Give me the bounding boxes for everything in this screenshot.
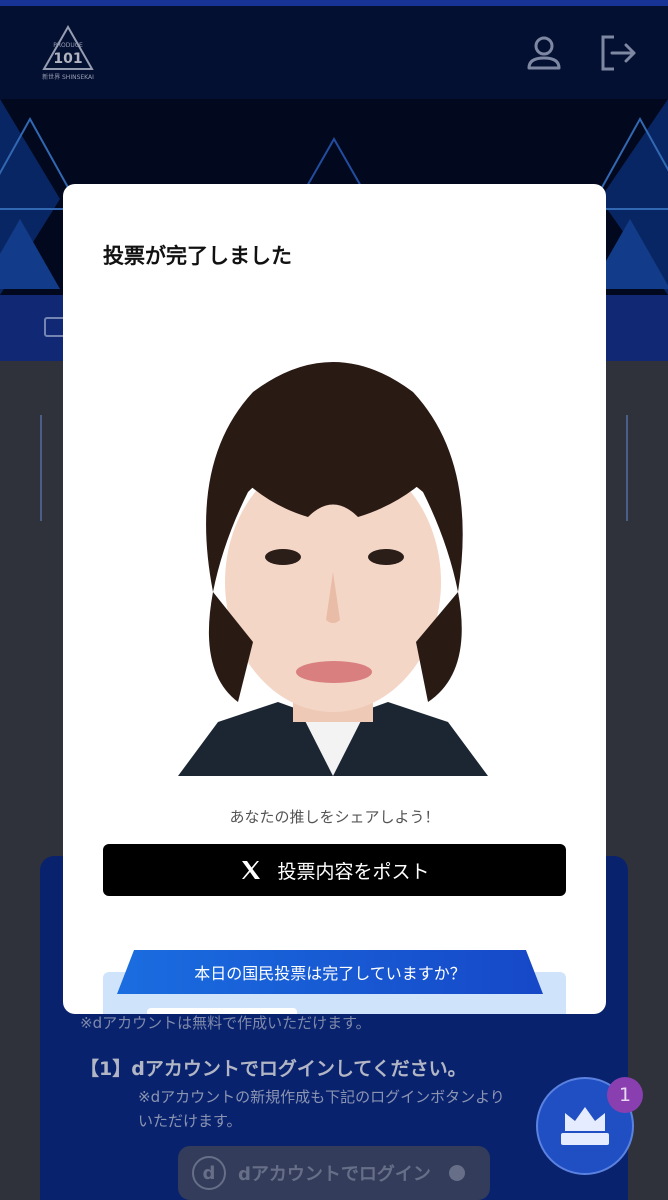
produce101-logo[interactable]: PRODUCE 101 新世界 SHINSEKAI — [40, 24, 96, 81]
login-step-note-line2: いただけます。 — [138, 1112, 242, 1130]
svg-text:101: 101 — [53, 51, 82, 67]
trainee-photo — [158, 342, 508, 776]
x-logo-icon — [239, 858, 263, 882]
free-account-note: ※dアカウントは無料で作成いただけます。 — [80, 1014, 371, 1032]
modal-title: 投票が完了しました — [103, 244, 292, 268]
login-step-note-line1: ※dアカウントの新規作成も下記のログインボタンより — [138, 1088, 505, 1106]
profile-icon — [527, 36, 561, 69]
login-step-heading: 【1】dアカウントでログインしてください。 — [80, 1058, 467, 1080]
daily-vote-box-inner — [147, 1008, 297, 1014]
crown-icon — [561, 1107, 609, 1145]
svg-text:PRODUCE: PRODUCE — [53, 42, 83, 49]
app-header: PRODUCE 101 新世界 SHINSEKAI — [0, 6, 668, 99]
vote-complete-modal: 投票が完了しました あなたの推しをシェアしよう！ 投票内容をポスト 本日の国民投… — [63, 184, 606, 1014]
logout-button[interactable] — [596, 31, 640, 75]
profile-button[interactable] — [522, 31, 566, 75]
divider-right — [626, 415, 628, 521]
daily-vote-ribbon: 本日の国民投票は完了していますか？ — [117, 950, 543, 994]
d-account-login-button[interactable]: d dアカウントでログイン — [178, 1146, 490, 1200]
divider-left — [40, 415, 42, 521]
share-prompt-text: あなたの推しをシェアしよう！ — [229, 808, 440, 826]
notification-badge: 1 — [607, 1077, 643, 1113]
svg-text:新世界 SHINSEKAI: 新世界 SHINSEKAI — [42, 73, 94, 81]
arrow-right-icon — [448, 1165, 465, 1181]
d-account-login-label: dアカウントでログイン — [238, 1164, 431, 1185]
d-account-icon: d — [192, 1156, 226, 1190]
logout-icon — [601, 35, 636, 70]
post-vote-button[interactable]: 投票内容をポスト — [103, 844, 566, 896]
post-vote-label: 投票内容をポスト — [277, 860, 430, 883]
